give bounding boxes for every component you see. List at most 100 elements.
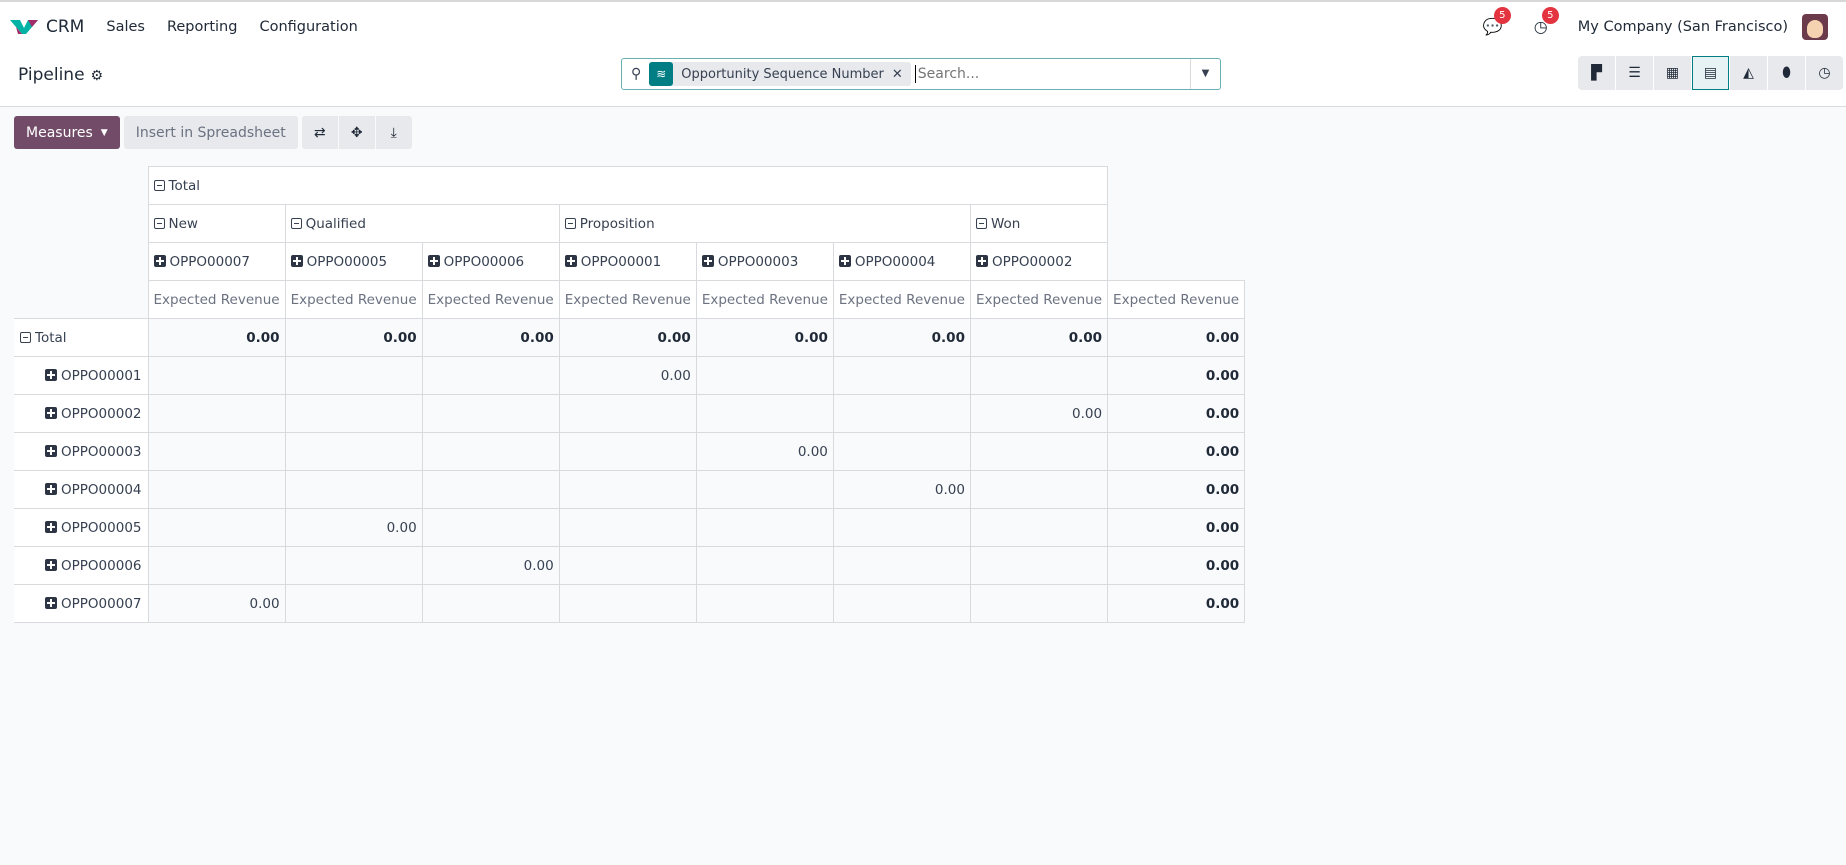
cell-value[interactable] bbox=[147, 470, 286, 509]
cell-value[interactable]: 0.00 bbox=[1107, 394, 1246, 433]
cell-value[interactable]: 0.00 bbox=[1107, 546, 1246, 585]
search-options-toggle[interactable]: ▼ bbox=[1190, 59, 1220, 89]
cell-value[interactable] bbox=[284, 546, 423, 585]
cell-value[interactable] bbox=[832, 432, 971, 471]
cell-value[interactable] bbox=[421, 584, 560, 623]
list-view-button[interactable]: ☰ bbox=[1616, 56, 1653, 90]
cell-value[interactable] bbox=[558, 584, 697, 623]
cell-value[interactable] bbox=[969, 508, 1109, 547]
measures-button[interactable]: Measures ▼ bbox=[14, 116, 120, 149]
cell-value[interactable] bbox=[147, 432, 286, 471]
cell-value[interactable] bbox=[558, 508, 697, 547]
cell-value[interactable] bbox=[421, 356, 560, 395]
col-header-opportunity[interactable]: OPPO00004 bbox=[832, 242, 971, 281]
col-header-opportunity[interactable]: OPPO00002 bbox=[969, 242, 1109, 281]
col-header-stage[interactable]: Qualified bbox=[284, 204, 560, 243]
measure-header[interactable]: Expected Revenue bbox=[969, 280, 1109, 319]
cell-value[interactable] bbox=[969, 356, 1109, 395]
cell-value[interactable]: 0.00 bbox=[695, 432, 834, 471]
cell-value[interactable]: 0.00 bbox=[147, 584, 286, 623]
cell-value[interactable] bbox=[558, 432, 697, 471]
measure-header[interactable]: Expected Revenue bbox=[1107, 280, 1246, 319]
cell-value[interactable] bbox=[284, 356, 423, 395]
col-header-stage[interactable]: New bbox=[147, 204, 286, 243]
col-header-stage[interactable]: Proposition bbox=[558, 204, 971, 243]
pivot-view-button[interactable]: ▤ bbox=[1692, 56, 1729, 90]
cell-value[interactable] bbox=[421, 508, 560, 547]
measure-header[interactable]: Expected Revenue bbox=[695, 280, 834, 319]
cell-value[interactable]: 0.00 bbox=[832, 318, 971, 357]
col-header-opportunity[interactable]: OPPO00003 bbox=[695, 242, 834, 281]
cell-value[interactable]: 0.00 bbox=[832, 470, 971, 509]
cell-value[interactable] bbox=[695, 470, 834, 509]
cell-value[interactable] bbox=[969, 470, 1109, 509]
user-avatar[interactable] bbox=[1802, 14, 1828, 40]
cell-value[interactable]: 0.00 bbox=[558, 318, 697, 357]
insert-spreadsheet-button[interactable]: Insert in Spreadsheet bbox=[123, 116, 298, 149]
row-header-opportunity[interactable]: OPPO00002 bbox=[14, 394, 149, 433]
cell-value[interactable]: 0.00 bbox=[1107, 584, 1246, 623]
measure-header[interactable]: Expected Revenue bbox=[147, 280, 286, 319]
messages-button[interactable]: 💬 5 bbox=[1482, 7, 1511, 37]
cell-value[interactable] bbox=[147, 546, 286, 585]
cell-value[interactable] bbox=[147, 394, 286, 433]
cell-value[interactable] bbox=[284, 432, 423, 471]
cell-value[interactable] bbox=[284, 394, 423, 433]
row-header-opportunity[interactable]: OPPO00004 bbox=[14, 470, 149, 509]
col-header-opportunity[interactable]: OPPO00001 bbox=[558, 242, 697, 281]
col-header-stage[interactable]: Won bbox=[969, 204, 1109, 243]
cell-value[interactable]: 0.00 bbox=[969, 318, 1109, 357]
cell-value[interactable]: 0.00 bbox=[147, 318, 286, 357]
row-header-opportunity[interactable]: OPPO00006 bbox=[14, 546, 149, 585]
cell-value[interactable] bbox=[558, 470, 697, 509]
row-header-opportunity[interactable]: OPPO00001 bbox=[14, 356, 149, 395]
menu-sales[interactable]: Sales bbox=[106, 19, 145, 35]
company-switcher[interactable]: My Company (San Francisco) bbox=[1578, 19, 1788, 35]
cell-value[interactable]: 0.00 bbox=[1107, 432, 1246, 471]
search-input[interactable] bbox=[914, 65, 1190, 83]
kanban-view-button[interactable]: ▛ bbox=[1578, 56, 1615, 90]
cell-value[interactable]: 0.00 bbox=[421, 546, 560, 585]
cell-value[interactable] bbox=[558, 546, 697, 585]
cell-value[interactable] bbox=[695, 546, 834, 585]
gear-icon[interactable]: ⚙ bbox=[91, 68, 104, 84]
cell-value[interactable] bbox=[695, 356, 834, 395]
row-header-opportunity[interactable]: OPPO00007 bbox=[14, 584, 149, 623]
cell-value[interactable] bbox=[421, 432, 560, 471]
cell-value[interactable]: 0.00 bbox=[969, 394, 1109, 433]
expand-all-button[interactable]: ✥ bbox=[338, 116, 375, 149]
flip-axis-button[interactable]: ⇄ bbox=[301, 116, 338, 149]
cell-value[interactable] bbox=[695, 508, 834, 547]
crm-logo-icon[interactable] bbox=[10, 18, 38, 36]
cell-value[interactable]: 0.00 bbox=[1107, 508, 1246, 547]
app-name[interactable]: CRM bbox=[46, 17, 84, 37]
cell-value[interactable] bbox=[969, 584, 1109, 623]
cell-value[interactable]: 0.00 bbox=[1107, 470, 1246, 509]
cell-value[interactable]: 0.00 bbox=[284, 508, 423, 547]
cell-value[interactable] bbox=[421, 470, 560, 509]
cell-value[interactable] bbox=[832, 508, 971, 547]
cell-value[interactable] bbox=[832, 546, 971, 585]
activities-button[interactable]: ◷ 5 bbox=[1530, 7, 1559, 37]
cell-value[interactable]: 0.00 bbox=[558, 356, 697, 395]
calendar-view-button[interactable]: ▦ bbox=[1654, 56, 1691, 90]
cell-value[interactable] bbox=[421, 394, 560, 433]
cell-value[interactable] bbox=[969, 546, 1109, 585]
menu-configuration[interactable]: Configuration bbox=[259, 19, 357, 35]
col-header-opportunity[interactable]: OPPO00007 bbox=[147, 242, 286, 281]
cell-value[interactable] bbox=[284, 470, 423, 509]
cell-value[interactable] bbox=[832, 394, 971, 433]
cell-value[interactable]: 0.00 bbox=[1107, 356, 1246, 395]
measure-header[interactable]: Expected Revenue bbox=[284, 280, 423, 319]
cell-value[interactable] bbox=[147, 508, 286, 547]
cell-value[interactable]: 0.00 bbox=[695, 318, 834, 357]
row-header-opportunity[interactable]: OPPO00003 bbox=[14, 432, 149, 471]
remove-facet-icon[interactable]: ✕ bbox=[892, 67, 911, 82]
menu-reporting[interactable]: Reporting bbox=[167, 19, 238, 35]
cell-value[interactable] bbox=[284, 584, 423, 623]
cell-value[interactable]: 0.00 bbox=[421, 318, 560, 357]
download-button[interactable]: ⤓ bbox=[375, 116, 412, 149]
measure-header[interactable]: Expected Revenue bbox=[421, 280, 560, 319]
cell-value[interactable]: 0.00 bbox=[1107, 318, 1246, 357]
map-view-button[interactable]: ⬮ bbox=[1768, 56, 1805, 90]
